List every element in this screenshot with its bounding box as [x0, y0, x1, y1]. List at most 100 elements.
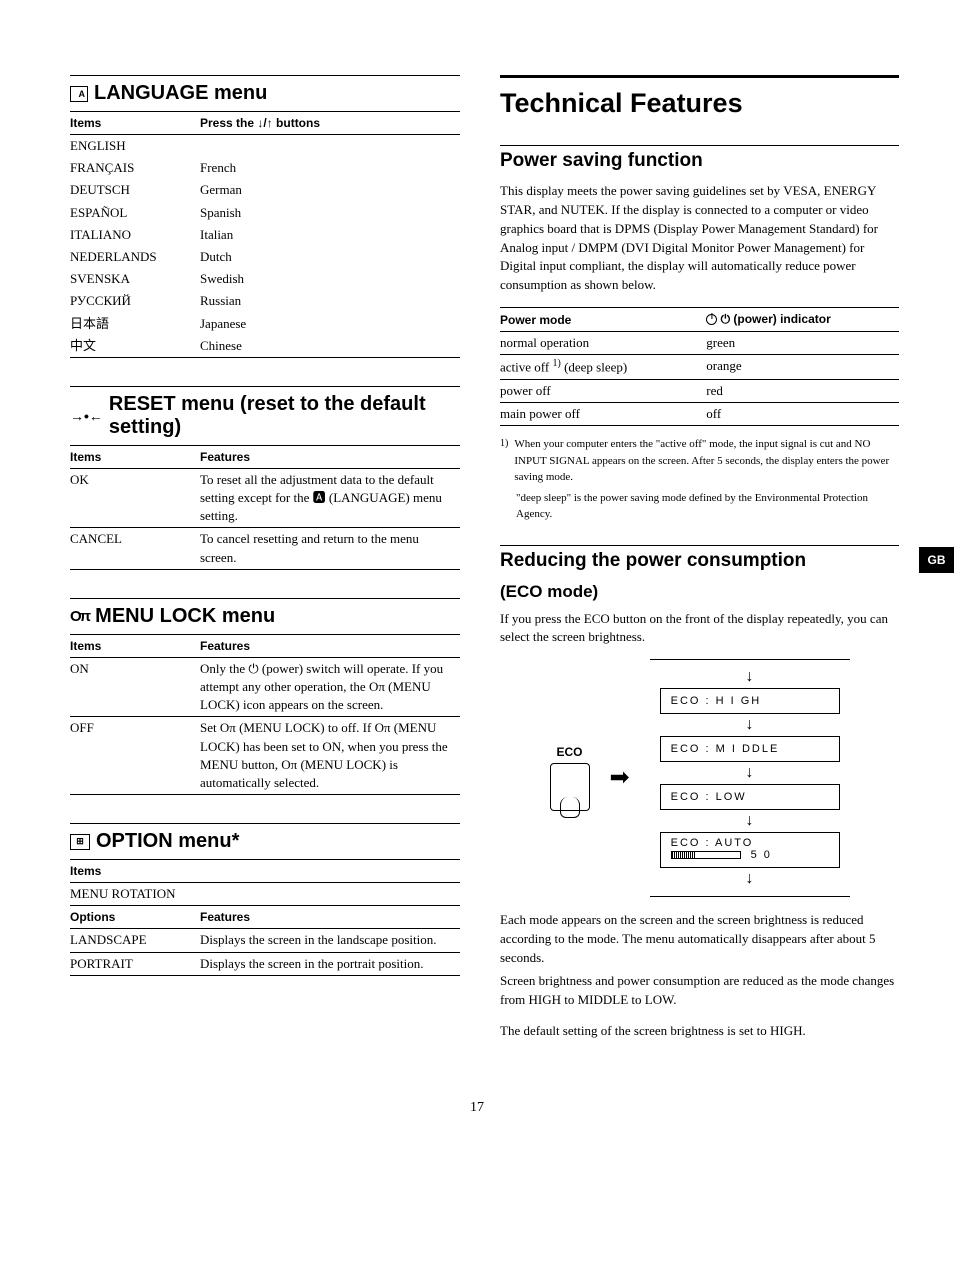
pind: red	[706, 379, 899, 402]
page-number: 17	[0, 1100, 954, 1116]
lang-item: 日本語	[70, 313, 200, 335]
eco-body4: The default setting of the screen bright…	[500, 1022, 899, 1041]
footnote-1: 1) When your computer enters the "active…	[500, 436, 899, 486]
reset-table: Items Features OKTo reset all the adjust…	[70, 445, 460, 569]
eco-diagram: ECO ➡ ↓ ECO : H I GH ↓ ECO : M I DDLE ↓ …	[550, 659, 850, 897]
lang-val	[200, 135, 460, 158]
arrow-right-icon: ➡	[610, 766, 630, 790]
lock-icon: Oπ	[70, 608, 89, 625]
main-title: Technical Features	[500, 88, 899, 119]
language-title: LANGUAGE menu	[94, 82, 267, 105]
eco-mode-stack: ↓ ECO : H I GH ↓ ECO : M I DDLE ↓ ECO : …	[650, 659, 850, 897]
pmode: active off 1) (deep sleep)	[500, 355, 706, 380]
th-action: Press the ↓/↑ buttons	[200, 112, 460, 135]
th-options: Options	[70, 906, 200, 929]
option-item: LANDSCAPE	[70, 929, 200, 952]
eco-mode-box: ECO : LOW	[660, 784, 840, 810]
language-heading: A LANGUAGE menu	[70, 82, 460, 105]
eco-title: Reducing the power consumption	[500, 545, 899, 572]
eco-auto-value: 5 0	[751, 849, 772, 861]
th-features: Features	[200, 634, 460, 657]
pmode: power off	[500, 379, 706, 402]
th-indicator: ⏻ (power) indicator	[706, 308, 899, 332]
arrow-down-icon: ↓	[650, 716, 850, 734]
menulock-section: Oπ MENU LOCK menu Items Features ONOnly …	[70, 598, 460, 795]
th-items: Items	[70, 445, 200, 468]
option-section: ⊞ OPTION menu* Items MENU ROTATION Optio…	[70, 823, 460, 976]
pind: green	[706, 332, 899, 355]
language-icon: A	[70, 86, 88, 102]
lang-val: Swedish	[200, 268, 460, 290]
eco-mode-box: ECO : H I GH	[660, 688, 840, 714]
eco-body3: Screen brightness and power consumption …	[500, 972, 899, 1010]
reset-item: CANCEL	[70, 528, 200, 569]
footnote-2: "deep sleep" is the power saving mode de…	[516, 490, 899, 523]
lang-item: РУССКИЙ	[70, 290, 200, 312]
lang-item: NEDERLANDS	[70, 246, 200, 268]
powersaving-body: This display meets the power saving guid…	[500, 182, 899, 295]
th-items: Items	[70, 860, 460, 883]
lang-item: 中文	[70, 335, 200, 357]
reset-title: RESET menu (reset to the default setting…	[109, 393, 460, 439]
lang-val: Russian	[200, 290, 460, 312]
pind: off	[706, 402, 899, 425]
language-section: A LANGUAGE menu Items Press the ↓/↑ butt…	[70, 75, 460, 358]
lang-val: French	[200, 157, 460, 179]
reset-section: →•← RESET menu (reset to the default set…	[70, 386, 460, 570]
footnote-marker: 1)	[500, 436, 508, 486]
th-items: Items	[70, 112, 200, 135]
arrow-down-icon: ↓	[650, 668, 850, 686]
menulock-val: Set Oπ (MENU LOCK) to off. If Oπ (MENU L…	[200, 717, 460, 794]
menulock-title: MENU LOCK menu	[95, 605, 275, 628]
option-val: Displays the screen in the portrait posi…	[200, 952, 460, 975]
menulock-item: OFF	[70, 717, 200, 794]
menulock-val: Only the ⏻ (power) switch will operate. …	[200, 657, 460, 717]
powersaving-title: Power saving function	[500, 145, 899, 172]
lang-val: Japanese	[200, 313, 460, 335]
pmode: main power off	[500, 402, 706, 425]
power-table: Power mode ⏻ (power) indicator normal op…	[500, 307, 899, 425]
reset-icon: →•←	[70, 408, 103, 424]
lang-val: Spanish	[200, 202, 460, 224]
eco-button-block: ECO	[550, 745, 590, 811]
arrow-down-icon: ↓	[650, 870, 850, 888]
lang-item: ITALIANO	[70, 224, 200, 246]
option-title: OPTION menu*	[96, 830, 239, 853]
progress-bar-icon	[671, 851, 741, 859]
lang-item: FRANÇAIS	[70, 157, 200, 179]
lang-val: Dutch	[200, 246, 460, 268]
th-features: Features	[200, 445, 460, 468]
language-table: Items Press the ↓/↑ buttons ENGLISH FRAN…	[70, 111, 460, 357]
th-powermode: Power mode	[500, 308, 706, 332]
eco-body1: If you press the ECO button on the front…	[500, 610, 899, 648]
power-icon	[706, 314, 717, 325]
lang-val: German	[200, 179, 460, 201]
reset-val: To reset all the adjustment data to the …	[200, 468, 460, 528]
option-val: Displays the screen in the landscape pos…	[200, 929, 460, 952]
eco-mode-box-auto: ECO : AUTO 5 0	[660, 832, 840, 868]
arrow-down-icon: ↓	[650, 764, 850, 782]
lang-val: Chinese	[200, 335, 460, 357]
reset-item: OK	[70, 468, 200, 528]
eco-body2: Each mode appears on the screen and the …	[500, 911, 899, 968]
menulock-table: Items Features ONOnly the ⏻ (power) swit…	[70, 634, 460, 794]
pmode: normal operation	[500, 332, 706, 355]
menulock-heading: Oπ MENU LOCK menu	[70, 605, 460, 628]
region-tab: GB	[919, 547, 954, 573]
eco-mode-box: ECO : M I DDLE	[660, 736, 840, 762]
option-subitem: MENU ROTATION	[70, 883, 460, 906]
pind: orange	[706, 355, 899, 380]
eco-button-icon	[550, 763, 590, 811]
option-table: Items MENU ROTATION Options Features LAN…	[70, 859, 460, 975]
option-item: PORTRAIT	[70, 952, 200, 975]
eco-subtitle: (ECO mode)	[500, 582, 899, 602]
th-items: Items	[70, 634, 200, 657]
menulock-item: ON	[70, 657, 200, 717]
footnote-text: When your computer enters the "active of…	[514, 436, 899, 486]
lang-item: DEUTSCH	[70, 179, 200, 201]
reset-heading: →•← RESET menu (reset to the default set…	[70, 393, 460, 439]
reset-val: To cancel resetting and return to the me…	[200, 528, 460, 569]
th-features: Features	[200, 906, 460, 929]
lang-val: Italian	[200, 224, 460, 246]
option-heading: ⊞ OPTION menu*	[70, 830, 460, 853]
